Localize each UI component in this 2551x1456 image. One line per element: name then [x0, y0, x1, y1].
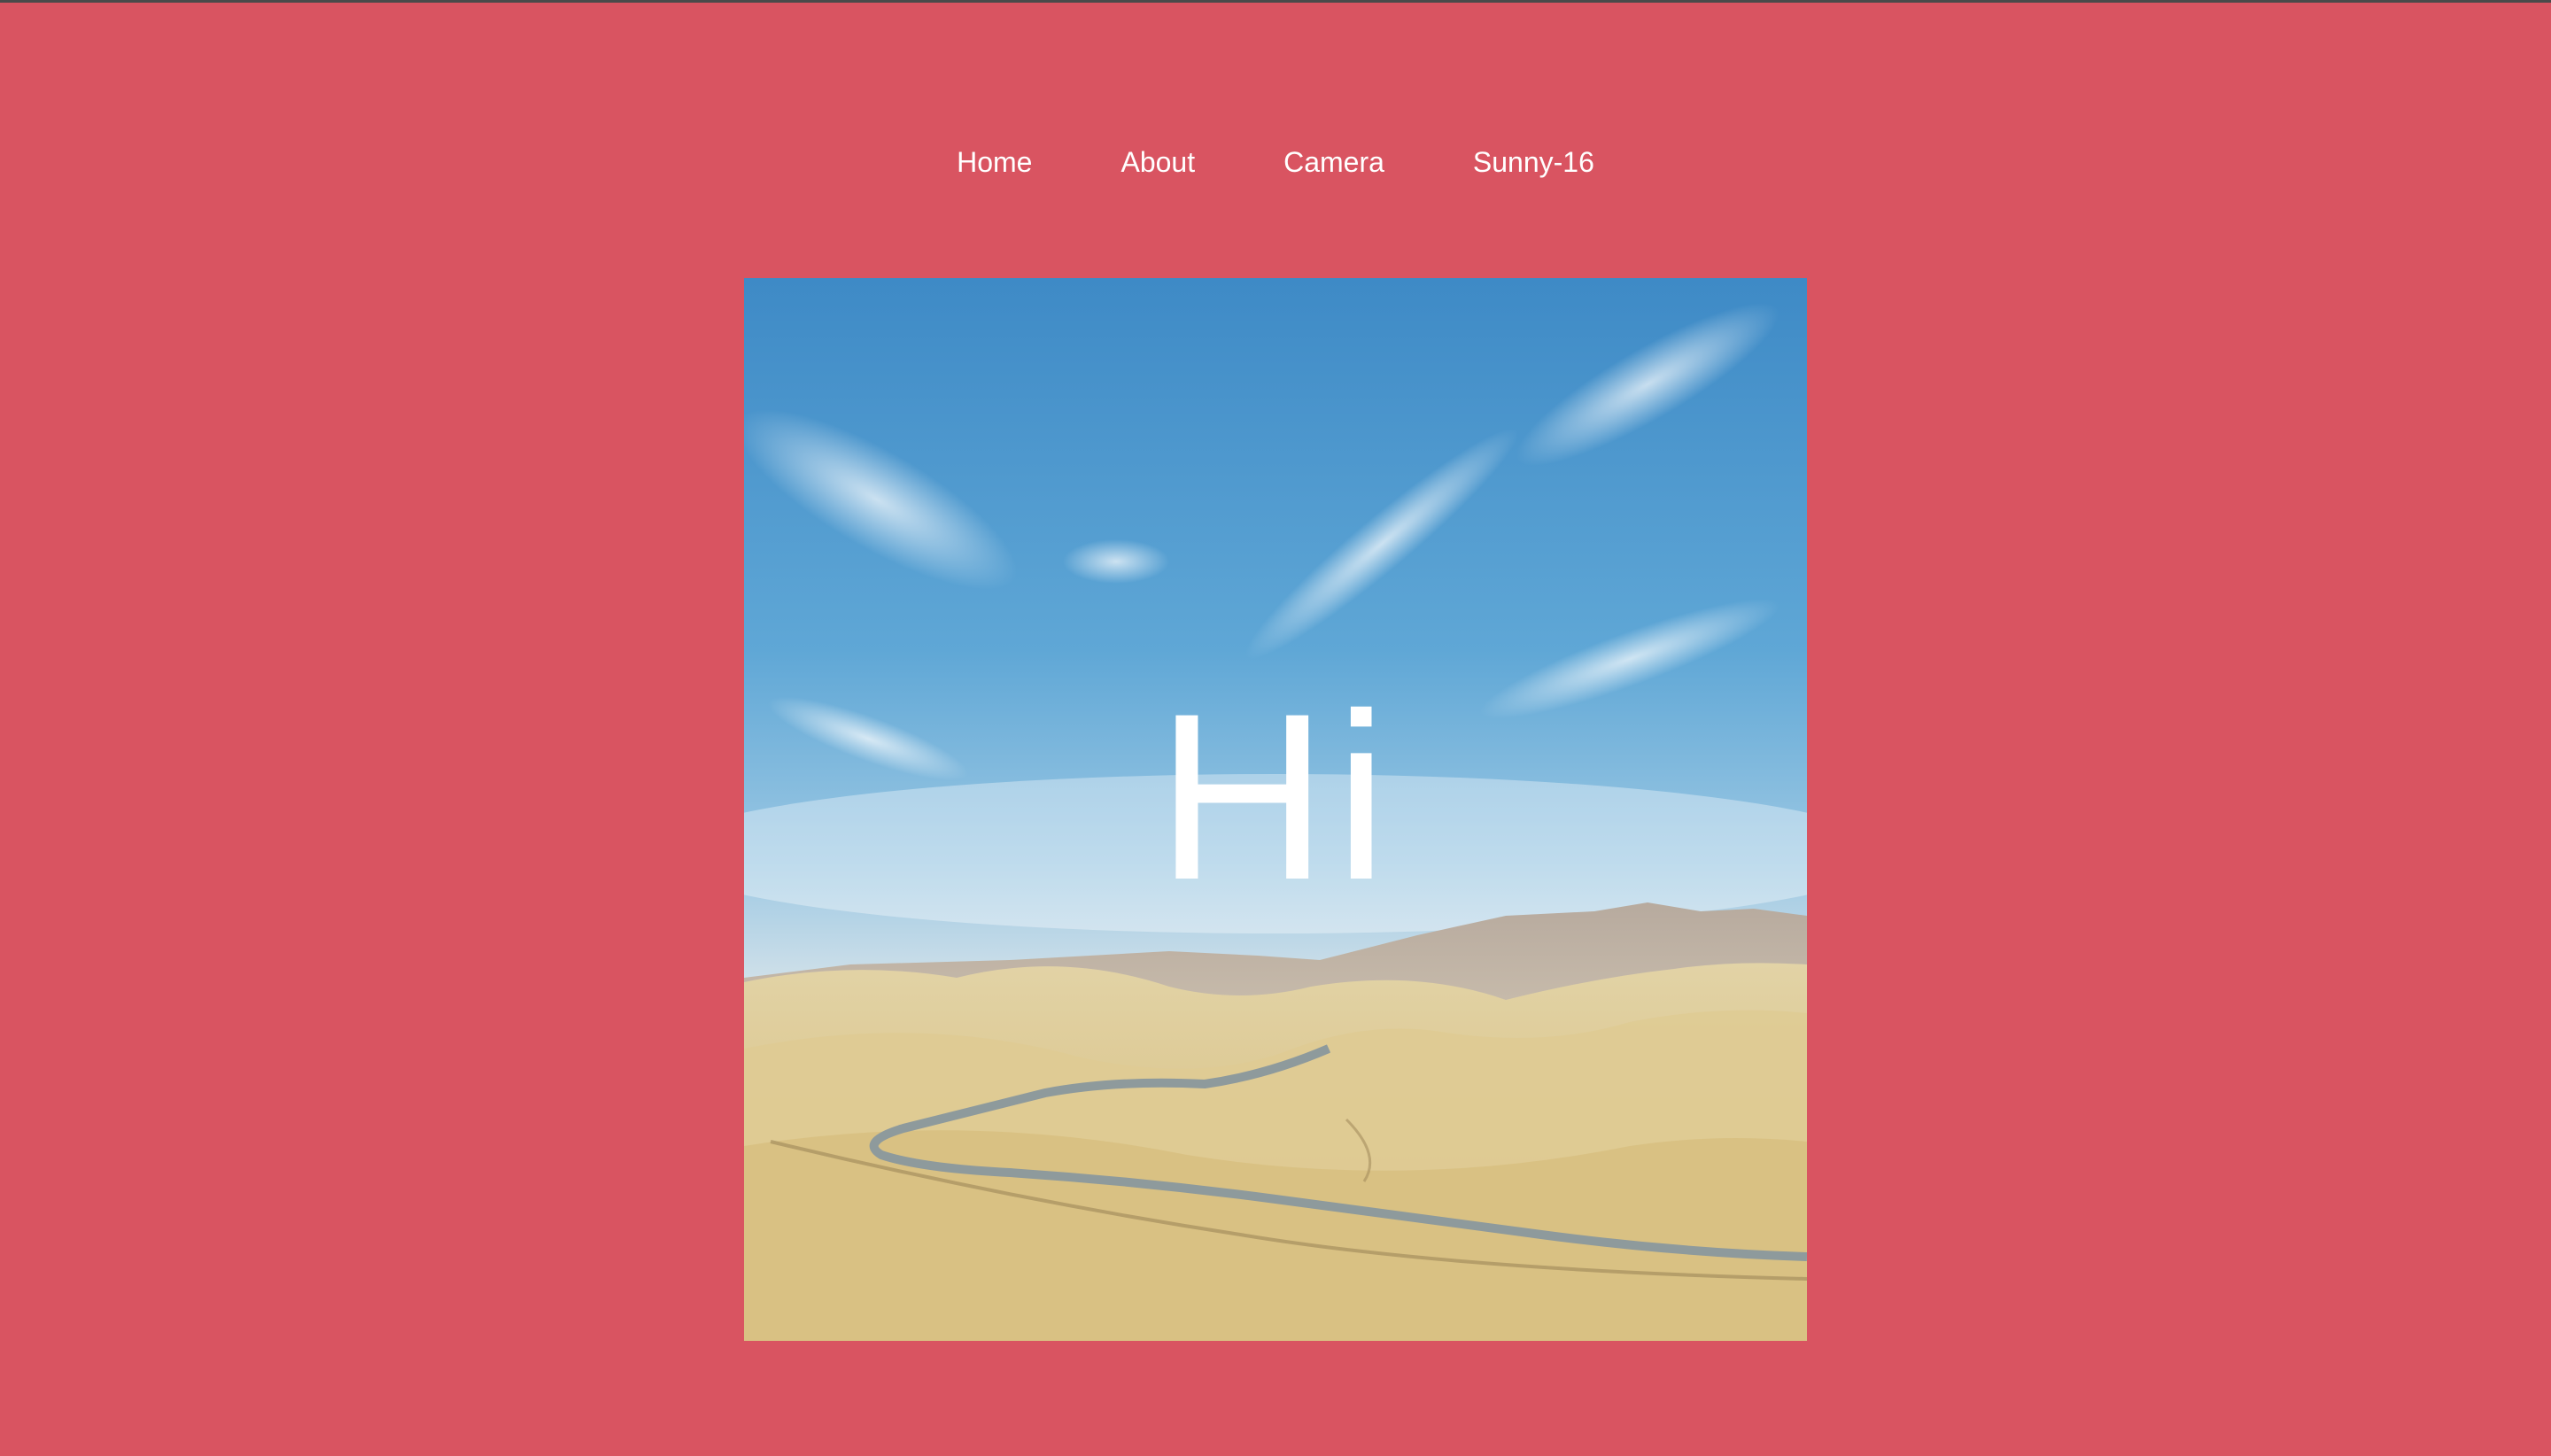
nav-home[interactable]: Home — [957, 142, 1032, 182]
nav-about[interactable]: About — [1120, 142, 1195, 182]
hero-heading-text: Hi — [1156, 663, 1395, 929]
top-border — [0, 0, 2551, 3]
nav-sunny-16[interactable]: Sunny-16 — [1473, 142, 1594, 182]
nav-camera[interactable]: Camera — [1283, 142, 1384, 182]
hero-image: Hi — [744, 278, 1807, 1341]
main-nav: Home About Camera Sunny-16 — [0, 142, 2551, 182]
hero-heading: Hi — [744, 278, 1807, 1341]
